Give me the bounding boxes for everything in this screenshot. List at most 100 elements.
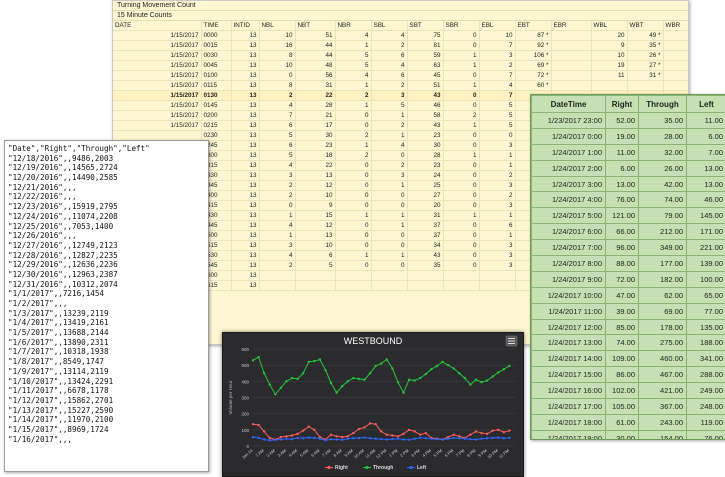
green-table-cell: 1/24/2017 10:00 bbox=[532, 287, 606, 303]
green-table-row: 1/24/2017 1:0011.0032.007.00 bbox=[532, 144, 725, 160]
y-tick-label: 300 bbox=[241, 396, 249, 401]
sheet-cell: 0115 bbox=[201, 81, 231, 91]
green-table-cell: 341.00 bbox=[687, 351, 725, 367]
sheet-cell: 2 bbox=[335, 151, 371, 161]
data-point-right bbox=[313, 429, 315, 431]
sheet-header-cell: WBT bbox=[627, 21, 663, 31]
sheet-cell: 43 bbox=[407, 121, 443, 131]
sheet-cell: 1 bbox=[479, 211, 515, 221]
data-point-right bbox=[363, 426, 365, 428]
sheet-cell bbox=[479, 281, 515, 291]
sheet-cell: 15 bbox=[295, 211, 335, 221]
data-point-right bbox=[419, 433, 421, 435]
sheet-cell: 2 bbox=[335, 91, 371, 101]
data-point-right bbox=[413, 430, 415, 432]
data-point-right bbox=[391, 434, 393, 436]
csv-line: "12/23/2016",,15919,2795 bbox=[8, 202, 208, 212]
data-point-right bbox=[285, 435, 287, 437]
green-table-row: 1/24/2017 2:006.0026.0013.00 bbox=[532, 160, 725, 176]
data-point-left bbox=[291, 438, 293, 440]
sheet-cell: 5 bbox=[295, 261, 335, 271]
sheet-cell: 5 bbox=[259, 151, 295, 161]
data-point-right bbox=[503, 431, 505, 433]
green-table-row: 1/24/2017 0:0019.0028.006.00 bbox=[532, 128, 725, 144]
sheet-cell: 0100 bbox=[201, 71, 231, 81]
data-point-right bbox=[408, 429, 410, 431]
sheet-cell: 1 bbox=[371, 181, 407, 191]
sheet-row: 1/15/201701151383112511460 * bbox=[113, 81, 689, 91]
data-point-left bbox=[352, 437, 354, 439]
green-table-cell: 1/24/2017 12:00 bbox=[532, 319, 606, 335]
sheet-cell: 48 bbox=[295, 61, 335, 71]
sheet-cell: 27 bbox=[407, 191, 443, 201]
green-table-cell: 30.00 bbox=[606, 430, 639, 440]
sheet-cell: 0 bbox=[443, 91, 479, 101]
data-point-left bbox=[391, 438, 393, 440]
green-table-cell: 248.00 bbox=[687, 399, 725, 415]
green-table-cell: 467.00 bbox=[639, 367, 687, 383]
x-tick-label: 5 PM bbox=[432, 448, 443, 458]
x-tick-label: 6 AM bbox=[310, 448, 321, 458]
sheet-cell: 3 bbox=[479, 51, 515, 61]
x-tick-label: 12 PM bbox=[375, 448, 388, 460]
csv-line: "12/21/2016",,, bbox=[8, 183, 208, 193]
data-point-right bbox=[497, 429, 499, 431]
data-point-through bbox=[458, 372, 460, 374]
sheet-cell: 4 bbox=[479, 81, 515, 91]
sheet-cell: 0 bbox=[443, 101, 479, 111]
csv-line: "1/10/2017",,13424,2291 bbox=[8, 377, 208, 387]
sheet-cell: 1 bbox=[479, 151, 515, 161]
data-point-through bbox=[363, 379, 365, 381]
sheet-cell: 37 bbox=[407, 221, 443, 231]
sheet-cell: 25 bbox=[407, 181, 443, 191]
data-point-through bbox=[335, 391, 337, 393]
legend-marker bbox=[327, 466, 330, 469]
green-table-row: 1/23/2017 23:0052.0035.0011.00 bbox=[532, 113, 725, 129]
sheet-row: 1/15/2017003013844565913106 *1026 * bbox=[113, 51, 689, 61]
green-table-cell: 96.00 bbox=[606, 240, 639, 256]
data-point-through bbox=[308, 361, 310, 363]
sheet-cell bbox=[627, 81, 663, 91]
sheet-cell: 4 bbox=[259, 221, 295, 231]
green-table-row: 1/24/2017 18:0061.00243.00119.00 bbox=[532, 414, 725, 430]
sheet-cell bbox=[551, 41, 591, 51]
green-table-row: 1/24/2017 19:0030.00154.0076.00 bbox=[532, 430, 725, 440]
green-table-cell: 177.00 bbox=[639, 256, 687, 272]
sheet-cell: 6 bbox=[371, 51, 407, 61]
sheet-cell: 2 bbox=[443, 111, 479, 121]
sheet-cell: 13 bbox=[231, 171, 259, 181]
data-point-right bbox=[257, 424, 259, 426]
sheet-cell: 45 bbox=[407, 71, 443, 81]
sheet-cell: 1/15/2017 bbox=[113, 121, 201, 131]
sheet-cell: 18 bbox=[295, 151, 335, 161]
sheet-cell: 0 bbox=[443, 41, 479, 51]
sheet-cell: 60 * bbox=[515, 81, 551, 91]
sheet-cell: 0 bbox=[371, 201, 407, 211]
data-point-through bbox=[263, 372, 265, 374]
chart-svg: WESTBOUND0100200300400500600Volume per H… bbox=[223, 333, 523, 476]
data-point-left bbox=[363, 436, 365, 438]
sheet-cell: 10 bbox=[259, 61, 295, 71]
sheet-cell: 2 bbox=[371, 81, 407, 91]
sheet-cell: 44 bbox=[295, 51, 335, 61]
data-point-through bbox=[408, 379, 410, 381]
sheet-cell: 13 bbox=[231, 271, 259, 281]
sheet-cell: 3 bbox=[479, 141, 515, 151]
sheet-cell: 13 bbox=[231, 71, 259, 81]
sheet-cell: 30 bbox=[407, 141, 443, 151]
sheet-cell: 22 bbox=[295, 91, 335, 101]
sheet-cell: 72 * bbox=[515, 71, 551, 81]
sheet-cell: 35 * bbox=[627, 41, 663, 51]
sheet-cell: 1 bbox=[443, 81, 479, 91]
sheet-cell: 1 bbox=[335, 101, 371, 111]
data-point-left bbox=[492, 437, 494, 439]
sheet-cell: 2 bbox=[259, 191, 295, 201]
green-table-cell: 7.00 bbox=[687, 144, 725, 160]
sheet-cell: 13 bbox=[295, 171, 335, 181]
data-point-right bbox=[352, 432, 354, 434]
sheet-cell: 12 bbox=[295, 181, 335, 191]
sheet-cell: 0 bbox=[443, 181, 479, 191]
sheet-cell: 4 bbox=[335, 71, 371, 81]
data-point-left bbox=[447, 438, 449, 440]
sheet-cell: 59 bbox=[407, 51, 443, 61]
